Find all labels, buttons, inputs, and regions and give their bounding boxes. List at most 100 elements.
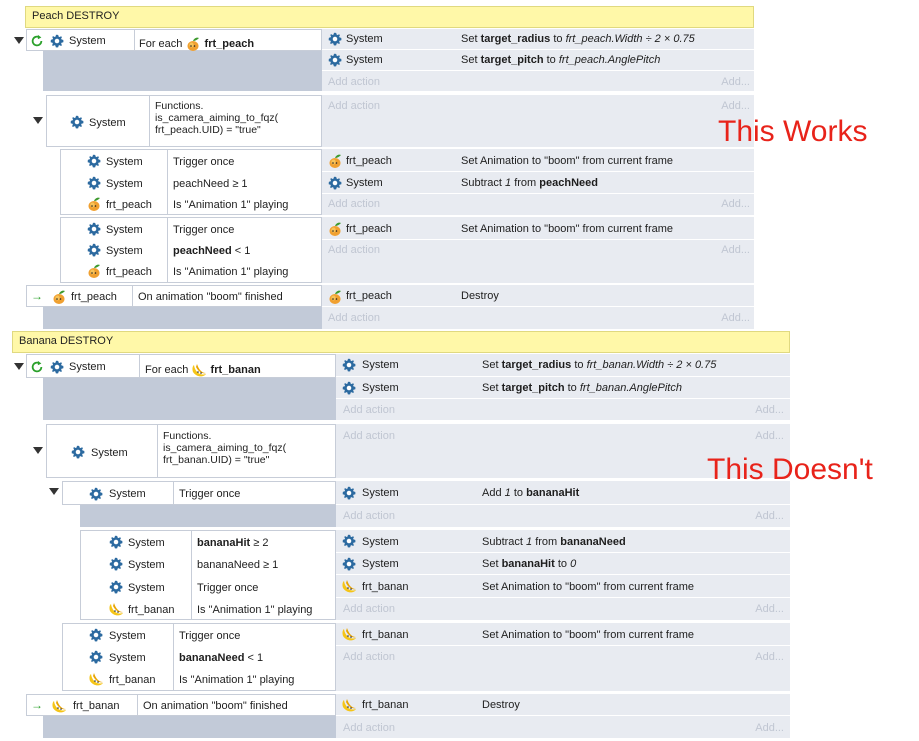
action-row[interactable]: System Set target_pitch to frt_banan.Ang… bbox=[336, 377, 790, 399]
action-row[interactable]: System Set target_radius to frt_peach.Wi… bbox=[322, 29, 754, 50]
action-row[interactable]: frt_banan Set Animation to "boom" from c… bbox=[336, 575, 790, 598]
add-action-link[interactable]: Add action bbox=[328, 244, 380, 256]
event-row[interactable]: System Trigger once System peachNeed < 1… bbox=[60, 217, 322, 283]
condition-text[interactable]: Is "Animation 1" playing bbox=[197, 604, 312, 617]
condition-blank-area[interactable] bbox=[43, 716, 336, 738]
add-link[interactable]: Add... bbox=[710, 244, 750, 256]
action-text: Set Animation to "boom" from current fra… bbox=[482, 581, 695, 593]
collapse-triangle-icon[interactable] bbox=[49, 488, 59, 495]
gear-icon bbox=[342, 381, 356, 395]
collapse-triangle-icon[interactable] bbox=[14, 363, 24, 370]
collapse-triangle-icon[interactable] bbox=[33, 117, 43, 124]
condition-text[interactable]: For each frt_banan bbox=[145, 362, 261, 378]
condition-text[interactable]: Trigger once bbox=[179, 630, 240, 643]
condition-text[interactable]: Trigger once bbox=[173, 224, 234, 237]
condition-object: System bbox=[109, 652, 146, 664]
add-action-link[interactable]: Add action bbox=[328, 76, 380, 88]
action-row[interactable]: System Add 1 to bananaHit bbox=[336, 481, 790, 505]
condition-blank-area[interactable] bbox=[43, 378, 336, 420]
condition-text[interactable]: Trigger once bbox=[173, 156, 234, 169]
condition-text[interactable]: For each frt_peach bbox=[139, 36, 254, 52]
condition-blank-area[interactable] bbox=[43, 51, 322, 91]
add-action-link[interactable]: Add action bbox=[343, 510, 395, 522]
action-row[interactable]: System Subtract 1 from bananaNeed bbox=[336, 530, 790, 553]
event-row[interactable]: System For each frt_peach bbox=[26, 29, 322, 51]
condition-blank-area[interactable] bbox=[80, 505, 336, 527]
condition-blank-area[interactable] bbox=[43, 307, 322, 329]
condition-object: System bbox=[89, 117, 126, 129]
event-row[interactable]: → frt_peach On animation "boom" finished bbox=[26, 285, 322, 307]
gear-icon bbox=[342, 557, 356, 571]
collapse-triangle-icon[interactable] bbox=[33, 447, 43, 454]
condition-text[interactable]: Trigger once bbox=[197, 582, 258, 595]
action-row[interactable]: frt_peach Set Animation to "boom" from c… bbox=[322, 218, 754, 240]
add-link[interactable]: Add... bbox=[710, 312, 750, 324]
add-link[interactable]: Add... bbox=[744, 404, 784, 416]
add-action-link[interactable]: Add action bbox=[343, 404, 395, 416]
add-action-link[interactable]: Add action bbox=[343, 430, 395, 442]
add-action-link[interactable]: Add action bbox=[343, 651, 395, 663]
add-action-link[interactable]: Add action bbox=[328, 100, 380, 112]
add-link[interactable]: Add... bbox=[744, 603, 784, 615]
trigger-arrow-icon: → bbox=[31, 698, 43, 712]
add-link[interactable]: Add... bbox=[744, 510, 784, 522]
peach-icon bbox=[327, 221, 343, 237]
action-object: System bbox=[362, 558, 399, 570]
condition-text[interactable]: Functions. is_camera_aiming_to_fqz( frt_… bbox=[155, 100, 278, 136]
condition-text[interactable]: peachNeed < 1 bbox=[173, 245, 250, 258]
condition-text[interactable]: bananaHit ≥ 2 bbox=[197, 537, 268, 550]
condition-text[interactable]: On animation "boom" finished bbox=[138, 291, 283, 304]
add-link[interactable]: Add... bbox=[710, 198, 750, 210]
add-action-link[interactable]: Add action bbox=[328, 312, 380, 324]
event-row[interactable]: → frt_banan On animation "boom" finished bbox=[26, 694, 336, 716]
event-row[interactable]: System For each frt_banan bbox=[26, 354, 336, 378]
condition-object: frt_banan bbox=[109, 674, 156, 686]
group-header-peach[interactable]: Peach DESTROY bbox=[25, 6, 754, 28]
event-row[interactable]: System Functions. is_camera_aiming_to_fq… bbox=[46, 95, 322, 147]
event-row[interactable]: System bananaHit ≥ 2 System bananaNeed ≥… bbox=[80, 530, 336, 620]
condition-text[interactable]: Is "Animation 1" playing bbox=[179, 674, 294, 687]
action-object: frt_peach bbox=[346, 290, 392, 302]
condition-text[interactable]: peachNeed ≥ 1 bbox=[173, 178, 248, 191]
add-action-link[interactable]: Add action bbox=[328, 198, 380, 210]
event-row[interactable]: System Trigger once System peachNeed ≥ 1… bbox=[60, 149, 322, 215]
add-link[interactable]: Add... bbox=[710, 76, 750, 88]
condition-text[interactable]: Is "Animation 1" playing bbox=[173, 199, 288, 212]
collapse-triangle-icon[interactable] bbox=[14, 37, 24, 44]
action-row[interactable]: System Set target_radius to frt_banan.Wi… bbox=[336, 354, 790, 377]
add-link[interactable]: Add... bbox=[744, 722, 784, 734]
action-row[interactable]: frt_peach Set Animation to "boom" from c… bbox=[322, 150, 754, 172]
condition-text[interactable]: Functions. is_camera_aiming_to_fqz( frt_… bbox=[163, 430, 286, 466]
action-row[interactable]: System Subtract 1 from peachNeed bbox=[322, 172, 754, 194]
annotation-works: This Works bbox=[718, 115, 868, 148]
condition-text[interactable]: Is "Animation 1" playing bbox=[173, 266, 288, 279]
action-row[interactable]: System Set target_pitch to frt_peach.Ang… bbox=[322, 50, 754, 71]
event-row[interactable]: System Trigger once bbox=[62, 481, 336, 505]
gear-icon bbox=[328, 176, 342, 190]
condition-object: System bbox=[109, 488, 146, 500]
group-header-banana[interactable]: Banana DESTROY bbox=[12, 331, 790, 353]
add-action-link[interactable]: Add action bbox=[343, 722, 395, 734]
action-row[interactable]: frt_peach Destroy bbox=[322, 286, 754, 307]
add-link[interactable]: Add... bbox=[744, 651, 784, 663]
condition-text[interactable]: Trigger once bbox=[179, 488, 240, 501]
condition-text[interactable]: bananaNeed < 1 bbox=[179, 652, 263, 665]
condition-text[interactable]: On animation "boom" finished bbox=[143, 700, 288, 713]
action-row[interactable]: frt_banan Destroy bbox=[336, 694, 790, 716]
event-row[interactable]: System Functions. is_camera_aiming_to_fq… bbox=[46, 424, 336, 478]
banana-icon bbox=[341, 578, 357, 594]
condition-object: System bbox=[106, 156, 143, 168]
event-row[interactable]: System Trigger once System bananaNeed < … bbox=[62, 623, 336, 691]
banana-icon bbox=[341, 697, 357, 713]
gear-icon bbox=[89, 487, 103, 501]
peach-icon bbox=[327, 289, 343, 305]
action-row[interactable]: System Set bananaHit to 0 bbox=[336, 553, 790, 575]
condition-text[interactable]: bananaNeed ≥ 1 bbox=[197, 559, 278, 572]
gear-icon bbox=[342, 534, 356, 548]
add-action-link[interactable]: Add action bbox=[343, 603, 395, 615]
add-link[interactable]: Add... bbox=[710, 100, 750, 112]
condition-object: System bbox=[106, 178, 143, 190]
action-row[interactable]: frt_banan Set Animation to "boom" from c… bbox=[336, 623, 790, 646]
add-link[interactable]: Add... bbox=[744, 430, 784, 442]
condition-object: frt_peach bbox=[106, 266, 152, 278]
